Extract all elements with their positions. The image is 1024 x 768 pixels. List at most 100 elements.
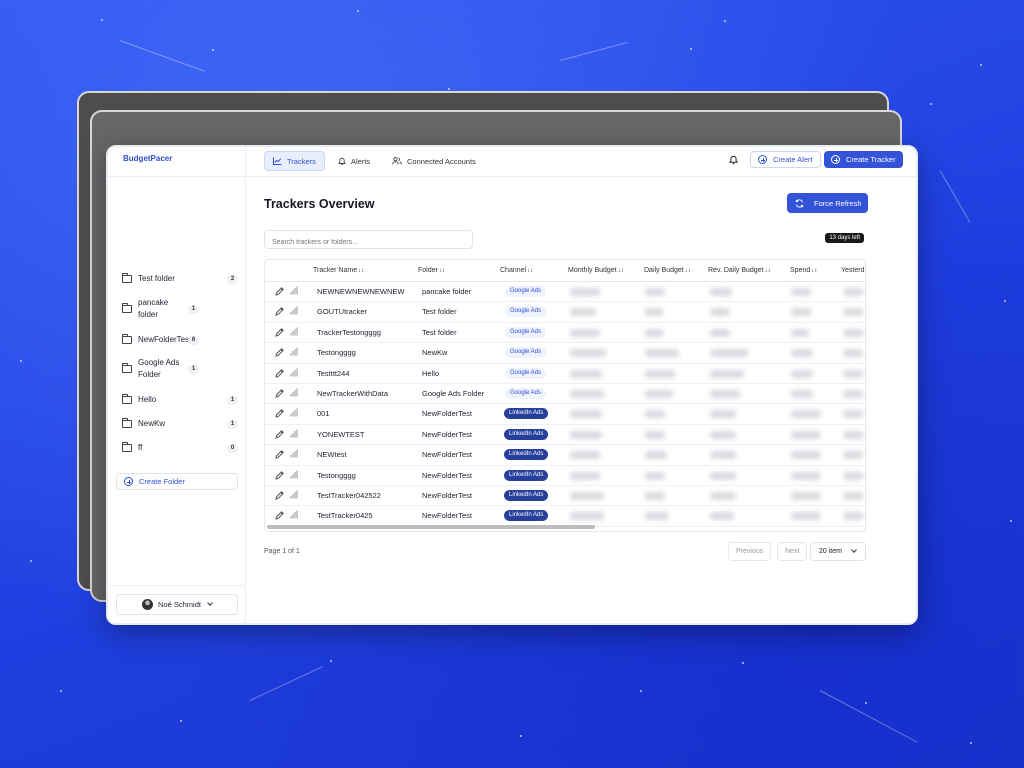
column-header[interactable]: Channel↓↕ xyxy=(500,267,533,274)
tracker-name[interactable]: Testongggg xyxy=(317,348,356,357)
tracker-name[interactable]: Testttt244 xyxy=(317,369,350,378)
sidebar-folder-item[interactable]: NewFolderTest 6 xyxy=(108,334,246,346)
column-header-label: Yesterd xyxy=(841,267,865,274)
tracker-name[interactable]: TestTracker042522 xyxy=(317,491,381,500)
tracker-name[interactable]: TestTracker0425 xyxy=(317,511,373,520)
channel-badge: Google Ads xyxy=(505,367,547,379)
create-tracker-button[interactable]: Create Tracker xyxy=(824,151,903,168)
bar-chart-icon[interactable] xyxy=(290,449,298,458)
create-alert-button[interactable]: Create Alert xyxy=(750,151,821,168)
bar-chart-icon[interactable] xyxy=(290,286,298,295)
edit-pencil-icon[interactable] xyxy=(274,490,285,501)
column-header-label: Monthly Budget xyxy=(568,267,617,274)
horizontal-scrollbar[interactable] xyxy=(267,525,595,529)
table-row[interactable]: NEWtest NewFolderTest LinkedIn Ads xyxy=(265,445,865,466)
tab-alerts[interactable]: Alerts xyxy=(330,151,378,171)
tracker-name[interactable]: Testongggg xyxy=(317,471,356,480)
edit-pencil-icon[interactable] xyxy=(274,368,285,379)
sort-icon[interactable]: ↓↕ xyxy=(685,268,691,274)
table-row[interactable]: GOUTUtracker Test folder Google Ads xyxy=(265,302,865,323)
bar-chart-icon[interactable] xyxy=(290,347,298,356)
previous-page-button[interactable]: Previous xyxy=(728,542,772,561)
table-row[interactable]: Testongggg NewFolderTest LinkedIn Ads xyxy=(265,466,865,486)
avatar xyxy=(142,599,154,610)
sort-icon[interactable]: ↓↕ xyxy=(811,268,817,274)
edit-pencil-icon[interactable] xyxy=(274,449,285,460)
table-row[interactable]: YONEWTEST NewFolderTest LinkedIn Ads xyxy=(265,425,865,446)
column-header[interactable]: Rev. Daily Budget↓↕ xyxy=(708,267,771,274)
bar-chart-icon[interactable] xyxy=(290,490,298,499)
sidebar-folder-item[interactable]: NewKw 1 xyxy=(108,418,246,430)
table-row[interactable]: TestTracker042522 NewFolderTest LinkedIn A… xyxy=(265,486,865,507)
table-row[interactable]: TrackerTestongggg Test folder Google Ads xyxy=(265,323,865,344)
table-row[interactable]: Testttt244 Hello Google Ads xyxy=(265,364,865,384)
brand-logo[interactable]: BudgetPacer xyxy=(108,147,245,177)
table-row[interactable]: 001 NewFolderTest LinkedIn Ads xyxy=(265,404,865,425)
edit-pencil-icon[interactable] xyxy=(274,429,285,440)
bar-chart-icon[interactable] xyxy=(290,327,298,336)
redacted-value xyxy=(645,328,663,337)
tracker-name[interactable]: NEWNEWNEWNEWNEW xyxy=(317,287,405,296)
sort-icon[interactable]: ↓↕ xyxy=(527,268,533,274)
column-header[interactable]: Monthly Budget↓↕ xyxy=(568,267,624,274)
edit-pencil-icon[interactable] xyxy=(274,286,285,297)
bar-chart-icon[interactable] xyxy=(290,368,298,377)
user-menu-button[interactable]: Noé Schmidt xyxy=(116,594,238,615)
bar-chart-icon[interactable] xyxy=(290,429,298,438)
bar-chart-icon[interactable] xyxy=(290,408,298,417)
edit-pencil-icon[interactable] xyxy=(274,327,285,338)
next-page-button[interactable]: Next xyxy=(777,542,808,561)
tab-connected-accounts[interactable]: Connected Accounts xyxy=(384,151,484,171)
search-input[interactable] xyxy=(264,230,473,249)
folder-name: NewFolderTest xyxy=(138,335,192,344)
table-row[interactable]: NEWNEWNEWNEWNEW pancake folder Google Ads xyxy=(265,282,865,303)
tracker-name[interactable]: YONEWTEST xyxy=(317,430,365,439)
table-row[interactable]: TestTracker0425 NewFolderTest LinkedIn Ads xyxy=(265,506,865,527)
sort-icon[interactable]: ↓↕ xyxy=(358,268,364,274)
bar-chart-icon[interactable] xyxy=(290,306,298,315)
edit-pencil-icon[interactable] xyxy=(274,408,285,419)
bar-chart-icon[interactable] xyxy=(290,388,298,397)
folder-count-badge: 1 xyxy=(227,419,238,429)
edit-pencil-icon[interactable] xyxy=(274,306,285,317)
tab-trackers[interactable]: Trackers xyxy=(264,151,325,171)
sidebar-folder-item[interactable]: Test folder 2 xyxy=(108,273,246,285)
sidebar-folder-item[interactable]: Hello 1 xyxy=(108,394,246,406)
tracker-name[interactable]: GOUTUtracker xyxy=(317,307,367,316)
redacted-value xyxy=(843,492,863,500)
force-refresh-button[interactable]: Force Refresh xyxy=(787,193,868,213)
edit-pencil-icon[interactable] xyxy=(274,388,285,399)
plus-circle-icon xyxy=(831,155,840,164)
bar-chart-icon[interactable] xyxy=(290,470,298,479)
sidebar-folder-item[interactable]: ff 0 xyxy=(108,442,246,454)
page-size-select[interactable]: 20 item xyxy=(810,542,866,561)
edit-pencil-icon[interactable] xyxy=(274,470,285,481)
bar-chart-icon[interactable] xyxy=(290,510,298,519)
create-folder-button[interactable]: Create Folder xyxy=(116,473,238,490)
column-header[interactable]: Folder↓↕ xyxy=(418,267,445,274)
tracker-name[interactable]: NewTrackerWithData xyxy=(317,389,388,398)
table-row[interactable]: Testongggg NewKw Google Ads xyxy=(265,343,865,364)
redacted-value xyxy=(710,451,736,460)
bell-icon xyxy=(338,157,346,165)
sort-icon[interactable]: ↓↕ xyxy=(439,268,445,274)
edit-pencil-icon[interactable] xyxy=(274,347,285,358)
sort-icon[interactable]: ↓↕ xyxy=(765,268,771,274)
redacted-value xyxy=(570,308,596,317)
redacted-value xyxy=(843,390,863,398)
table-row[interactable]: NewTrackerWithData Google Ads Folder Googl… xyxy=(265,384,865,405)
notifications-bell-icon[interactable] xyxy=(729,155,738,165)
column-header[interactable]: Tracker Name↓↕ xyxy=(313,267,364,274)
column-header[interactable]: Yesterd xyxy=(841,267,864,274)
sidebar-folder-item[interactable]: Google Ads Folder 1 xyxy=(108,357,246,381)
column-header[interactable]: Spend↓↕ xyxy=(790,267,817,274)
column-header[interactable]: Daily Budget↓↕ xyxy=(644,267,691,274)
folder-icon xyxy=(122,418,132,428)
tracker-name[interactable]: 001 xyxy=(317,409,330,418)
tracker-name[interactable]: NEWtest xyxy=(317,450,347,459)
redacted-value xyxy=(645,512,669,521)
edit-pencil-icon[interactable] xyxy=(274,510,285,521)
sidebar-folder-item[interactable]: pancake folder 1 xyxy=(108,297,246,321)
sort-icon[interactable]: ↓↕ xyxy=(618,268,624,274)
tracker-name[interactable]: TrackerTestongggg xyxy=(317,328,381,337)
